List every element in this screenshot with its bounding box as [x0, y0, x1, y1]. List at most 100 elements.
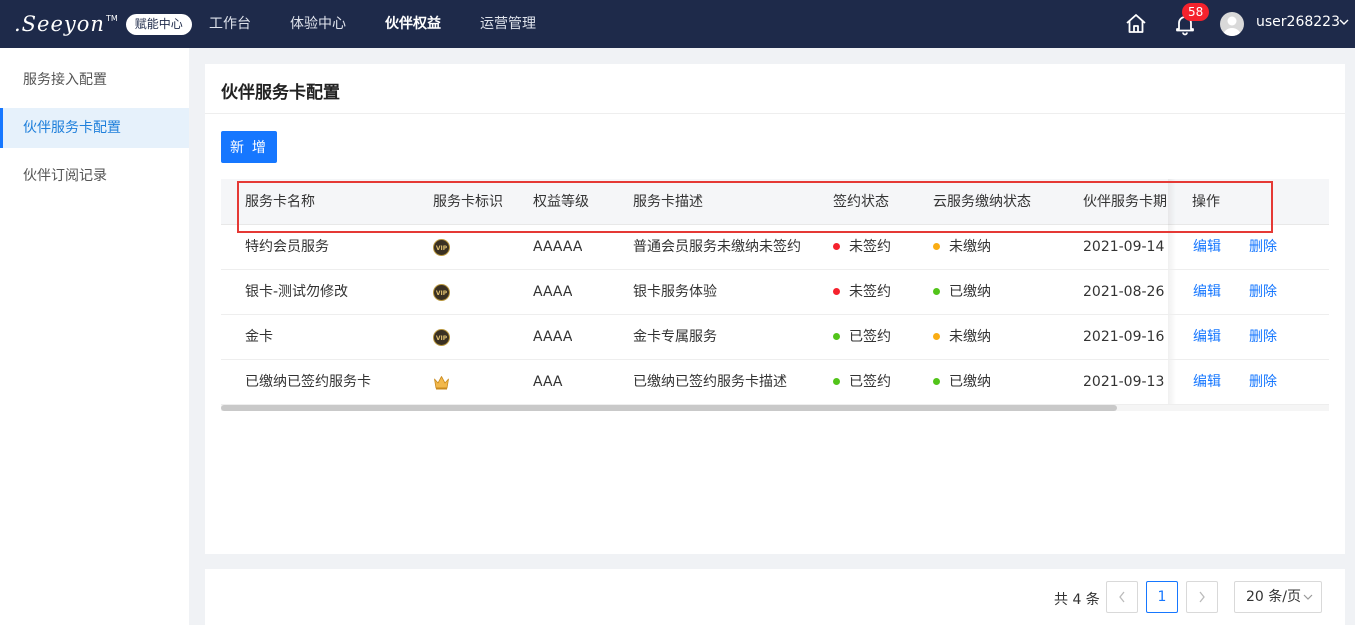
- delete-button[interactable]: 删除: [1249, 315, 1277, 360]
- payment-status-text: 未缴纳: [949, 239, 991, 255]
- delete-button[interactable]: 删除: [1249, 360, 1277, 405]
- avatar[interactable]: [1220, 12, 1244, 36]
- title-divider: [205, 113, 1345, 114]
- status-dot: [833, 243, 840, 250]
- page-title: 伙伴服务卡配置: [221, 83, 340, 103]
- main-nav: 工作台 体验中心 伙伴权益 运营管理: [209, 0, 575, 48]
- service-card-table: 服务卡名称 服务卡标识 权益等级 服务卡描述 签约状态 云服务缴纳状态 伙伴服务…: [221, 179, 1329, 411]
- cell-level: AAAA: [533, 329, 573, 345]
- nav-item-experience[interactable]: 体验中心: [290, 0, 346, 48]
- svg-text:VIP: VIP: [436, 335, 448, 342]
- edit-button[interactable]: 编辑: [1193, 315, 1221, 360]
- svg-text:VIP: VIP: [436, 290, 448, 297]
- status-dot: [833, 378, 840, 385]
- edit-button[interactable]: 编辑: [1193, 360, 1221, 405]
- table-row: 银卡-测试勿修改 VIP AAAA 银卡服务体验 未签约 已缴纳 2021-08…: [221, 270, 1329, 315]
- cell-level: AAAA: [533, 284, 573, 300]
- operation-cell: 编辑 删除: [1168, 225, 1329, 270]
- horizontal-scrollbar[interactable]: [221, 405, 1329, 411]
- logo-trademark: TM: [105, 13, 118, 23]
- logo-text: .Seeyon: [14, 12, 105, 36]
- delete-button[interactable]: 删除: [1249, 270, 1277, 315]
- sign-status-text: 已签约: [849, 374, 891, 390]
- cell-description: 金卡专属服务: [633, 329, 717, 345]
- column-header-payment-status[interactable]: 云服务缴纳状态: [933, 179, 1031, 225]
- add-button[interactable]: 新 增: [221, 131, 277, 163]
- chevron-left-icon: [1119, 591, 1125, 603]
- cell-description: 银卡服务体验: [633, 284, 717, 300]
- content-card: 伙伴服务卡配置 新 增 服务卡名称 服务卡标识 权益等级 服务卡描述 签约状态 …: [205, 64, 1345, 554]
- payment-status-text: 未缴纳: [949, 329, 991, 345]
- nav-item-partner-rights[interactable]: 伙伴权益: [385, 0, 441, 48]
- cell-period: 2021-09-13 00: [1083, 374, 1168, 390]
- sidebar-item-service-access[interactable]: 服务接入配置: [0, 60, 189, 100]
- cell-level: AAA: [533, 374, 563, 390]
- cell-period: 2021-09-14 00: [1083, 239, 1168, 255]
- top-navbar: .Seeyon TM 赋能中心 工作台 体验中心 伙伴权益 运营管理 58 us…: [0, 0, 1355, 48]
- vip-badge-icon: VIP: [433, 329, 450, 346]
- sign-status-text: 未签约: [849, 284, 891, 300]
- operation-cell: 编辑 删除: [1168, 360, 1329, 405]
- payment-status-text: 已缴纳: [949, 284, 991, 300]
- prev-page-button[interactable]: [1106, 581, 1138, 613]
- sign-status-text: 未签约: [849, 239, 891, 255]
- sidebar-item-subscription-records[interactable]: 伙伴订阅记录: [0, 156, 189, 196]
- page-number-button[interactable]: 1: [1146, 581, 1178, 613]
- cell-level: AAAAA: [533, 239, 583, 255]
- status-dot: [833, 288, 840, 295]
- edit-button[interactable]: 编辑: [1193, 270, 1221, 315]
- status-dot: [833, 333, 840, 340]
- cell-description: 已缴纳已签约服务卡描述: [633, 374, 787, 390]
- column-header-name[interactable]: 服务卡名称: [245, 179, 315, 225]
- vip-badge-icon: VIP: [433, 239, 450, 256]
- cell-period: 2021-09-16 00: [1083, 329, 1168, 345]
- page-size-value: 20 条/页: [1246, 589, 1301, 605]
- cell-sign-status: 未签约: [833, 225, 891, 270]
- total-count: 共 4 条: [1054, 592, 1100, 608]
- cell-name: 金卡: [245, 329, 273, 345]
- notification-count-badge: 58: [1182, 3, 1210, 21]
- table-row: 金卡 VIP AAAA 金卡专属服务 已签约 未缴纳 2021-09-16 00: [221, 315, 1329, 360]
- cell-payment-status: 未缴纳: [933, 225, 991, 270]
- chevron-down-icon[interactable]: [1338, 14, 1350, 30]
- pagination-bar: 共 4 条 1 20 条/页: [205, 569, 1345, 625]
- svg-text:VIP: VIP: [436, 245, 448, 252]
- payment-status-text: 已缴纳: [949, 374, 991, 390]
- sidebar-item-service-card-config[interactable]: 伙伴服务卡配置: [0, 108, 189, 148]
- status-dot: [933, 378, 940, 385]
- vip-badge-icon: VIP: [433, 284, 450, 301]
- username[interactable]: user268223: [1256, 14, 1340, 30]
- column-header-sign-status[interactable]: 签约状态: [833, 179, 889, 225]
- scrollbar-thumb[interactable]: [221, 405, 1117, 411]
- sign-status-text: 已签约: [849, 329, 891, 345]
- crown-icon: [434, 376, 449, 390]
- column-header-icon[interactable]: 服务卡标识: [433, 179, 503, 225]
- column-header-operation: 操作: [1192, 194, 1220, 210]
- nav-item-operations[interactable]: 运营管理: [480, 0, 536, 48]
- chevron-right-icon: [1199, 591, 1205, 603]
- table-row: 已缴纳已签约服务卡 AAA 已缴纳已签约服务卡描述 已签约 已缴纳 2021-0…: [221, 360, 1329, 405]
- cell-sign-status: 未签约: [833, 270, 891, 315]
- home-icon[interactable]: [1124, 12, 1148, 36]
- nav-item-workbench[interactable]: 工作台: [209, 0, 251, 48]
- cell-sign-status: 已签约: [833, 360, 891, 405]
- status-dot: [933, 243, 940, 250]
- page-size-select[interactable]: 20 条/页: [1234, 581, 1322, 613]
- cell-description: 普通会员服务未缴纳未签约: [633, 239, 801, 255]
- logo[interactable]: .Seeyon TM 赋能中心: [14, 10, 192, 38]
- chevron-down-icon: [1303, 594, 1313, 600]
- column-header-period[interactable]: 伙伴服务卡期限: [1083, 179, 1168, 225]
- cell-payment-status: 未缴纳: [933, 315, 991, 360]
- column-header-description[interactable]: 服务卡描述: [633, 179, 703, 225]
- table-row: 特约会员服务 VIP AAAAA 普通会员服务未缴纳未签约 未签约 未缴纳 20…: [221, 225, 1329, 270]
- operation-cell: 编辑 删除: [1168, 270, 1329, 315]
- cell-payment-status: 已缴纳: [933, 360, 991, 405]
- delete-button[interactable]: 删除: [1249, 225, 1277, 270]
- edit-button[interactable]: 编辑: [1193, 225, 1221, 270]
- cell-name: 银卡-测试勿修改: [245, 284, 349, 300]
- avatar-icon: [1223, 16, 1241, 36]
- logo-badge: 赋能中心: [125, 13, 192, 35]
- next-page-button[interactable]: [1186, 581, 1218, 613]
- column-header-level[interactable]: 权益等级: [533, 179, 589, 225]
- operation-cell: 编辑 删除: [1168, 315, 1329, 360]
